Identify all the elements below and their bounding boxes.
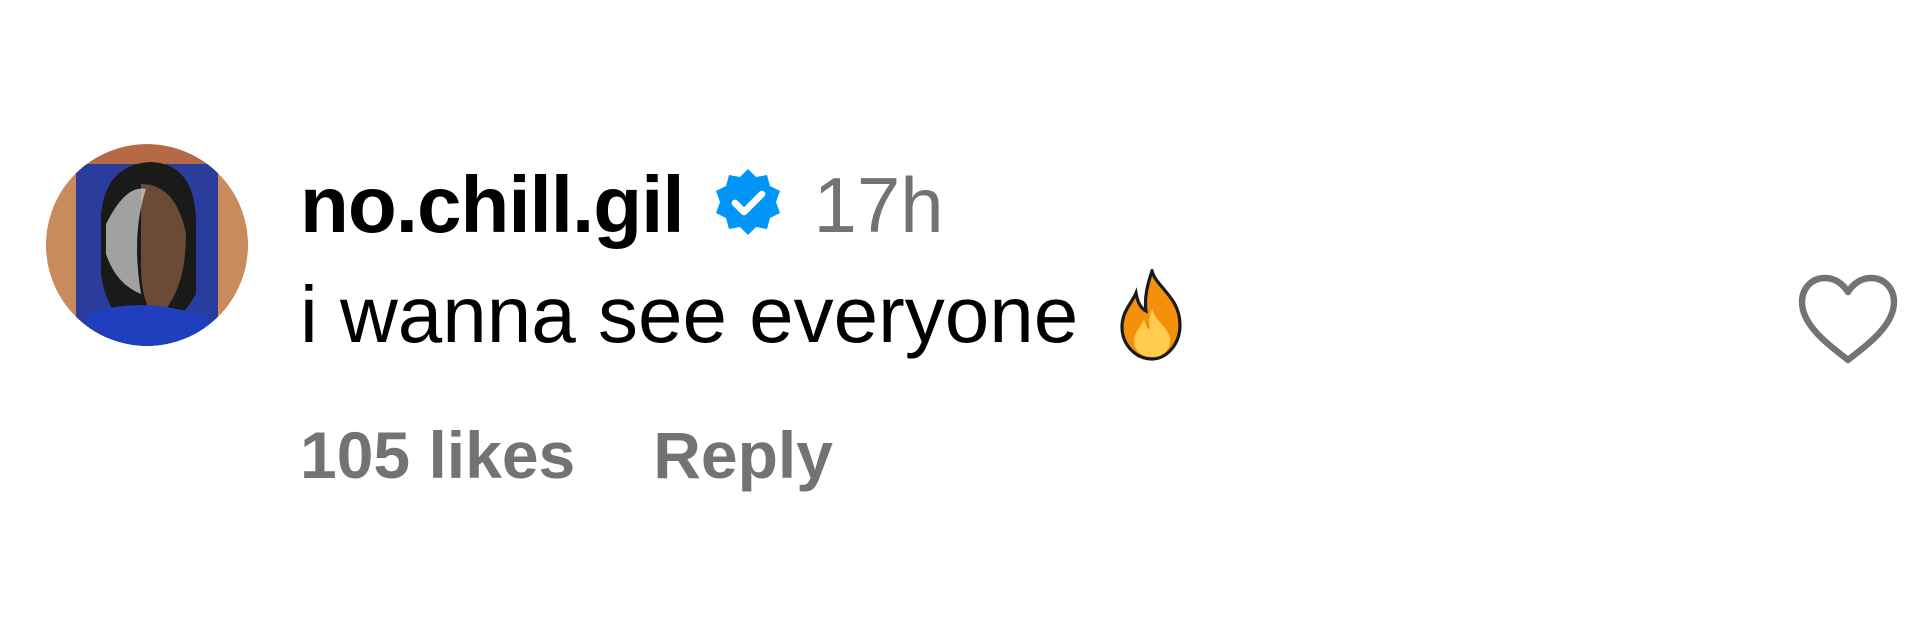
verified-badge-icon: [708, 165, 788, 245]
fire-emoji-icon: [1112, 265, 1192, 361]
comment-header: no.chill.gil 17h: [300, 150, 1700, 260]
comment-item: no.chill.gil 17h i wanna see everyone 10…: [0, 0, 1920, 644]
username-link[interactable]: no.chill.gil: [300, 165, 685, 245]
heart-outline-icon: [1798, 274, 1898, 364]
timestamp[interactable]: 17h: [814, 166, 944, 244]
comment-actions: 105 likes Reply: [300, 410, 1700, 500]
comment-text: i wanna see everyone: [300, 270, 1079, 359]
like-button[interactable]: [1796, 272, 1900, 366]
comment-body: no.chill.gil 17h i wanna see everyone 10…: [300, 150, 1700, 500]
comment-text-line: i wanna see everyone: [300, 260, 1700, 370]
reply-button[interactable]: Reply: [653, 422, 833, 488]
avatar[interactable]: [46, 144, 248, 346]
likes-count[interactable]: 105 likes: [300, 422, 575, 488]
